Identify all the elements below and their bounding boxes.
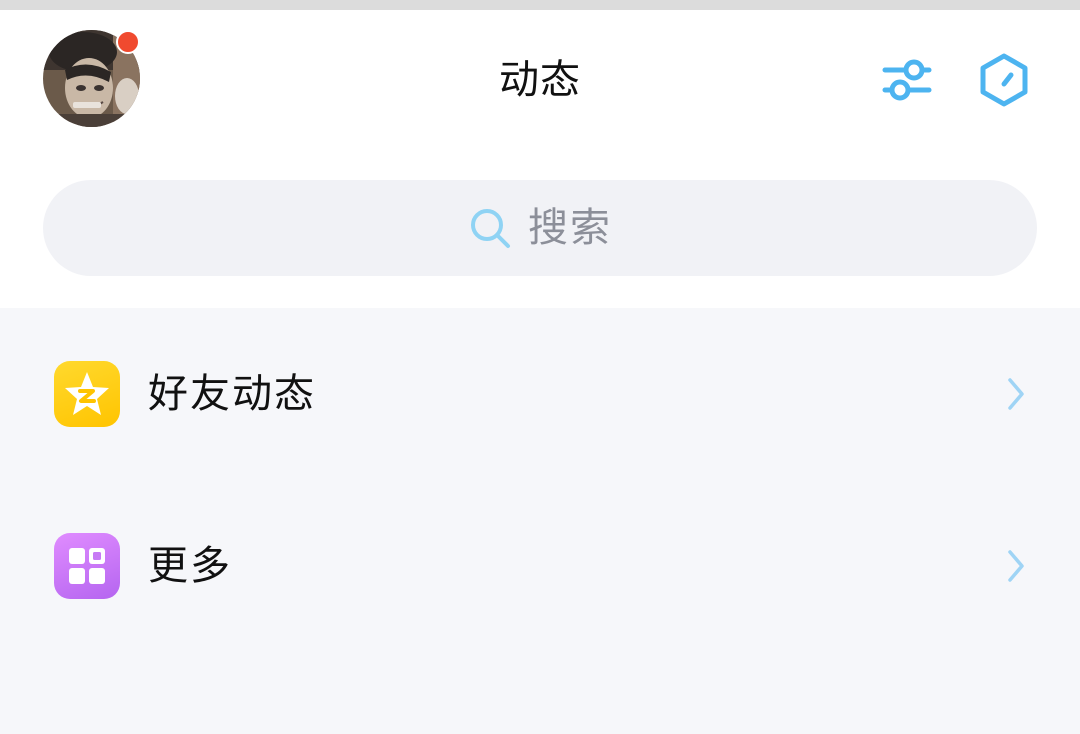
qzone-star-icon (54, 361, 120, 427)
list-item-more[interactable]: 更多 (0, 480, 1080, 652)
grid-apps-icon (54, 533, 120, 599)
chevron-right-icon (1008, 550, 1024, 582)
list-item-label: 好友动态 (148, 371, 316, 417)
settings-button[interactable] (877, 50, 937, 110)
header: 动态 搜索 (0, 10, 1080, 308)
sliders-icon (882, 59, 932, 101)
status-bar-strip (0, 0, 1080, 10)
chevron-right-icon (1008, 378, 1024, 410)
feed-list: 好友动态 更多 (0, 308, 1080, 652)
search-placeholder: 搜索 (528, 205, 612, 251)
notification-dot (116, 30, 140, 54)
hexagon-clock-icon (980, 53, 1028, 107)
list-item-friend-feed[interactable]: 好友动态 (0, 308, 1080, 480)
list-item-label: 更多 (148, 543, 232, 589)
search-icon (471, 209, 510, 248)
search-bar[interactable]: 搜索 (43, 180, 1037, 276)
hexagon-button[interactable] (974, 50, 1034, 110)
